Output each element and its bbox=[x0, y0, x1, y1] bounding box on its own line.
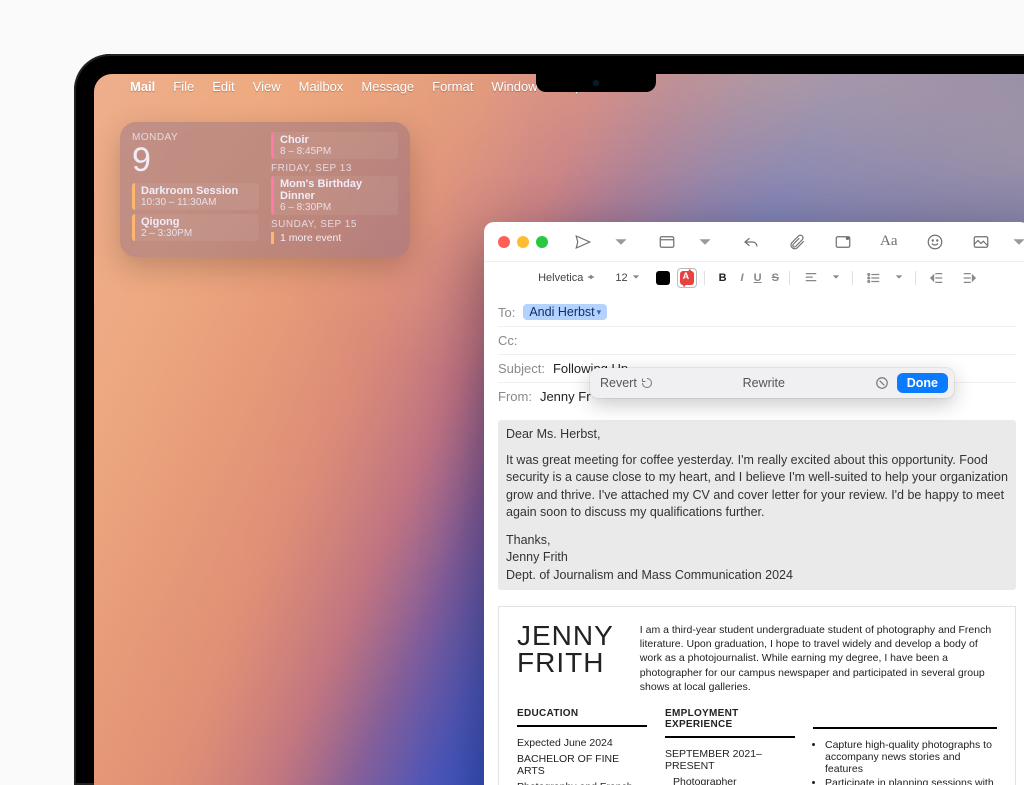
widget-day-number: 9 bbox=[132, 143, 259, 177]
zoom-button[interactable] bbox=[536, 236, 548, 248]
format-bar: Helvetica 12 B I U S bbox=[484, 262, 1024, 298]
widget-more-events[interactable]: 1 more event bbox=[271, 232, 398, 244]
media-menu-chevron-icon[interactable] bbox=[1012, 232, 1024, 252]
align-icon[interactable] bbox=[804, 268, 818, 288]
to-field-row[interactable]: To: Andi Herbst ▾ bbox=[498, 298, 1016, 327]
cc-field-row[interactable]: Cc: bbox=[498, 327, 1016, 355]
format-icon[interactable]: Aa bbox=[880, 232, 898, 252]
event-title: Choir bbox=[280, 134, 392, 146]
to-label: To: bbox=[498, 305, 515, 320]
revert-button[interactable]: Revert bbox=[600, 376, 653, 390]
size-select[interactable]: 12 bbox=[611, 270, 645, 286]
menu-view[interactable]: View bbox=[253, 79, 281, 94]
header-menu-chevron-icon[interactable] bbox=[698, 232, 712, 252]
event-title: Mom's Birthday Dinner bbox=[280, 178, 392, 202]
italic-button[interactable]: I bbox=[741, 272, 744, 284]
indent-left-icon[interactable] bbox=[962, 268, 976, 288]
menu-format[interactable]: Format bbox=[432, 79, 473, 94]
photo-browser-icon[interactable] bbox=[834, 232, 852, 252]
resume-text: Photographer bbox=[665, 776, 795, 785]
mail-compose-window: Aa Helvetica 12 bbox=[484, 222, 1024, 785]
indent-right-icon[interactable] bbox=[930, 268, 944, 288]
done-button[interactable]: Done bbox=[897, 373, 948, 393]
send-icon[interactable] bbox=[574, 232, 592, 252]
font-size: 12 bbox=[615, 272, 627, 284]
reply-icon[interactable] bbox=[742, 232, 760, 252]
resume-name-line2: FRITH bbox=[517, 650, 614, 677]
strike-button[interactable]: S bbox=[772, 272, 779, 284]
menu-mailbox[interactable]: Mailbox bbox=[299, 79, 344, 94]
from-value: Jenny Fr bbox=[540, 389, 591, 404]
font-name: Helvetica bbox=[538, 272, 583, 284]
event-time: 10:30 – 11:30AM bbox=[141, 197, 253, 208]
event-item[interactable]: Mom's Birthday Dinner 6 – 8:30PM bbox=[271, 176, 398, 215]
resume-text: Expected June 2024 bbox=[517, 737, 647, 749]
minimize-button[interactable] bbox=[517, 236, 529, 248]
close-button[interactable] bbox=[498, 236, 510, 248]
align-chevron-icon[interactable] bbox=[832, 272, 842, 284]
emoji-icon[interactable] bbox=[926, 232, 944, 252]
list-chevron-icon[interactable] bbox=[895, 272, 905, 284]
underline-button[interactable]: U bbox=[754, 272, 762, 284]
resume-text: SEPTEMBER 2021–PRESENT bbox=[665, 748, 795, 772]
highlight-color-swatch[interactable] bbox=[680, 271, 694, 285]
rewrite-selection: Dear Ms. Herbst, It was great meeting fo… bbox=[498, 420, 1016, 590]
event-item[interactable]: Choir 8 – 8:45PM bbox=[271, 132, 398, 159]
media-icon[interactable] bbox=[972, 232, 990, 252]
email-paragraph: It was great meeting for coffee yesterda… bbox=[506, 452, 1008, 522]
email-signature-dept: Dept. of Journalism and Mass Communicati… bbox=[506, 567, 1008, 585]
bold-button[interactable]: B bbox=[715, 270, 731, 286]
revert-label: Revert bbox=[600, 376, 637, 390]
attach-icon[interactable] bbox=[788, 232, 806, 252]
text-color-swatch[interactable] bbox=[656, 271, 670, 285]
menu-file[interactable]: File bbox=[173, 79, 194, 94]
widget-section-heading: SUNDAY, SEP 15 bbox=[271, 219, 398, 230]
email-greeting: Dear Ms. Herbst, bbox=[506, 426, 1008, 444]
calendar-widget[interactable]: MONDAY 9 Darkroom Session 10:30 – 11:30A… bbox=[120, 122, 410, 257]
menu-window[interactable]: Window bbox=[491, 79, 537, 94]
send-menu-chevron-icon[interactable] bbox=[614, 232, 628, 252]
rewrite-label: Rewrite bbox=[653, 376, 875, 390]
resume-bullet: Capture high-quality photographs to acco… bbox=[825, 739, 997, 775]
resume-intro: I am a third-year student undergraduate … bbox=[640, 623, 997, 694]
event-item[interactable]: Qigong 2 – 3:30PM bbox=[132, 214, 259, 241]
chevron-down-icon[interactable]: ▾ bbox=[597, 307, 602, 318]
to-recipient-pill[interactable]: Andi Herbst ▾ bbox=[523, 304, 607, 320]
resume-bullet: Participate in planning sessions with ed… bbox=[825, 777, 997, 785]
resume-attachment: JENNY FRITH I am a third-year student un… bbox=[498, 606, 1016, 785]
event-item[interactable]: Darkroom Session 10:30 – 11:30AM bbox=[132, 183, 259, 210]
font-select[interactable]: Helvetica bbox=[534, 270, 601, 286]
resume-text: BACHELOR OF FINE ARTS bbox=[517, 753, 647, 777]
email-signature-name: Jenny Frith bbox=[506, 549, 1008, 567]
subject-label: Subject: bbox=[498, 361, 545, 376]
to-recipient-name: Andi Herbst bbox=[529, 305, 594, 319]
education-heading: EDUCATION bbox=[517, 708, 647, 719]
event-time: 8 – 8:45PM bbox=[280, 146, 392, 157]
resume-text: Photography and French Literature bbox=[517, 781, 647, 785]
header-fields-icon[interactable] bbox=[658, 232, 676, 252]
dismiss-icon[interactable] bbox=[875, 376, 889, 390]
email-body[interactable]: Dear Ms. Herbst, It was great meeting fo… bbox=[484, 414, 1024, 785]
app-menu[interactable]: Mail bbox=[130, 79, 155, 94]
employment-heading: EMPLOYMENT EXPERIENCE bbox=[665, 708, 795, 730]
revert-icon bbox=[641, 377, 653, 389]
writing-tools-popover: Revert Rewrite Done bbox=[590, 368, 954, 398]
cc-label: Cc: bbox=[498, 333, 518, 348]
camera-notch bbox=[536, 74, 656, 92]
event-title: Qigong bbox=[141, 216, 253, 228]
titlebar: Aa bbox=[484, 222, 1024, 262]
menu-edit[interactable]: Edit bbox=[212, 79, 234, 94]
event-title: Darkroom Session bbox=[141, 185, 253, 197]
menu-message[interactable]: Message bbox=[361, 79, 414, 94]
from-label: From: bbox=[498, 389, 532, 404]
widget-day-label: MONDAY bbox=[132, 132, 259, 143]
resume-name-line1: JENNY bbox=[517, 623, 614, 650]
event-time: 6 – 8:30PM bbox=[280, 202, 392, 213]
widget-section-heading: FRIDAY, SEP 13 bbox=[271, 163, 398, 174]
event-time: 2 – 3:30PM bbox=[141, 228, 253, 239]
list-icon[interactable] bbox=[867, 268, 881, 288]
email-thanks: Thanks, bbox=[506, 532, 1008, 550]
